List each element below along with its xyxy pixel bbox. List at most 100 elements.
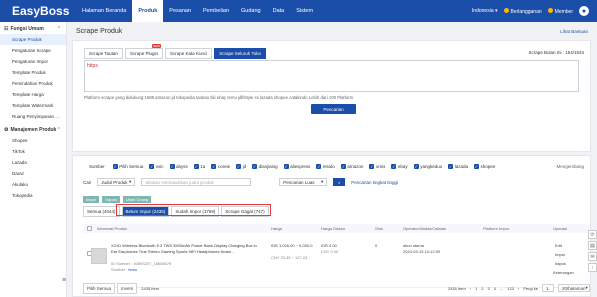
operator: akun utama — [403, 243, 424, 248]
checkbox-source[interactable]: ✓ etsido — [316, 164, 335, 169]
page-3[interactable]: 3 — [487, 286, 489, 291]
chevron-down-icon: ▾ — [129, 179, 132, 184]
tab-scrape-store[interactable]: Scrape Seluruh Toko — [214, 48, 266, 59]
search-label: Cari — [83, 179, 92, 185]
change-button[interactable]: Ubah Chang — [122, 196, 152, 203]
header-checkbox[interactable] — [87, 226, 92, 231]
sidebar-item-daraz[interactable]: Daraz — [0, 168, 66, 179]
select-all-button[interactable]: Pilih Semua — [83, 282, 116, 294]
document-icon[interactable]: ▤ — [588, 241, 597, 250]
nav-system[interactable]: Sistem — [290, 0, 319, 22]
import-link[interactable]: Impor — [555, 252, 565, 258]
source-link[interactable]: temu — [128, 267, 137, 272]
product-thumbnail[interactable] — [91, 248, 107, 264]
prev-icon[interactable]: ‹ — [470, 286, 471, 291]
goto-input[interactable]: 1 — [542, 284, 554, 292]
edit-link[interactable]: Edit — [555, 243, 562, 249]
subscription-link[interactable]: Berlangganan — [503, 7, 542, 15]
invert-button[interactable]: Invers — [117, 282, 138, 294]
avatar[interactable]: ● — [579, 6, 589, 16]
help-link[interactable]: Lihat Bantuan — [560, 29, 588, 34]
sidebar-item-lazada[interactable]: Lazada — [0, 157, 66, 168]
sidebar-item-tokopedia[interactable]: Tokopedia — [0, 190, 66, 201]
tab-scrape-plugin[interactable]: Scrape Plugin NEW — [124, 44, 163, 59]
top-right-area: Indonesia ▾ Berlangganan Member ● — [472, 6, 597, 16]
tab-label: Scrape Plugin — [129, 51, 158, 56]
checkbox-label: etsido — [322, 164, 335, 169]
sidebar-item-scrape-product[interactable]: Scrape Produk — [0, 34, 66, 45]
tab-scrape-link[interactable]: Scrape Tautan — [84, 48, 123, 59]
sidebar-item-tiktok[interactable]: TikTok — [0, 146, 66, 157]
tab-all[interactable]: Semua (4044) — [83, 206, 120, 217]
member-link[interactable]: Member — [547, 7, 573, 15]
checkbox-label: yangkeduo — [420, 164, 443, 169]
checkbox-source[interactable]: ✓ abyss — [169, 164, 188, 169]
sidebar-item-price-template[interactable]: Template Harga — [0, 89, 66, 100]
import-button[interactable]: Impor — [83, 196, 100, 203]
checkbox-source[interactable]: ✓ aliexpress — [283, 164, 311, 169]
checkbox-source[interactable]: ✓ yangkeduo — [413, 164, 443, 169]
chat-icon[interactable]: ✉ — [588, 252, 597, 261]
check-icon: ✓ — [413, 164, 419, 169]
col-operator: Operator/Waktu/Catatan — [403, 226, 447, 231]
page-2[interactable]: 2 — [481, 286, 483, 291]
tab-scrape-keyword[interactable]: Scrape Kata Kunci — [164, 48, 213, 59]
sidebar-item-akulaku[interactable]: Akulaku — [0, 179, 66, 190]
scroll-top-icon[interactable]: ↑ — [588, 263, 597, 272]
nav-purchases[interactable]: Pembelian — [197, 0, 235, 22]
refresh-icon[interactable]: ⟳ — [588, 230, 597, 239]
sidebar-item-shopee[interactable]: Shopee — [0, 135, 66, 146]
sidebar-group-common[interactable]: ☷ Fungsi Umum ⌃ — [0, 24, 66, 34]
advanced-search-link[interactable]: Pencarian tingkat tinggi — [351, 180, 398, 185]
sidebar-item-product-template[interactable]: Template Produk — [0, 67, 66, 78]
nav-orders[interactable]: Pesanan — [163, 0, 197, 22]
delete-link[interactable]: hapus — [555, 261, 566, 267]
search-input[interactable]: Silakan memasukkan judul produk — [141, 178, 252, 186]
col-stock[interactable]: Stok — [375, 226, 383, 231]
nav-products[interactable]: Produk — [132, 0, 164, 22]
checkbox-source[interactable]: ✓ amazon — [340, 164, 363, 169]
checkbox-source[interactable]: ✓ dianjiaing — [252, 164, 278, 169]
page-ellipsis[interactable]: ... — [500, 286, 503, 291]
sidebar-item-product-transfer[interactable]: Pemindahan Produk — [0, 78, 66, 89]
checkbox-source[interactable]: ✓ coreie — [211, 164, 230, 169]
search-button[interactable]: Pencarian — [311, 104, 356, 114]
nav-home[interactable]: Halaman Beranda — [76, 0, 132, 22]
checkbox-source[interactable]: ✓ omis — [369, 164, 385, 169]
note-link[interactable]: Keterangan — [553, 270, 574, 276]
checkbox-source[interactable]: ✓ jd — [236, 164, 246, 169]
sidebar-group-product-mgmt[interactable]: ⚙ Manajemen Produk ⌃ — [0, 125, 66, 135]
sidebar-item-storage[interactable]: Ruang Penyimpanan ... — [0, 111, 66, 122]
delete-button[interactable]: Hapus — [102, 196, 120, 203]
region-selector[interactable]: Indonesia ▾ — [472, 8, 498, 14]
url-input[interactable]: https — [84, 60, 579, 92]
sidebar-item-scrape-settings[interactable]: Pengaturan Scrape — [0, 45, 66, 56]
grid-icon: ☷ — [4, 26, 9, 32]
page-last[interactable]: 122 — [507, 286, 514, 291]
col-price[interactable]: Harga — [271, 226, 282, 231]
discount-cny: CNY 0.00 — [321, 249, 339, 254]
checkbox-select-all[interactable]: ✓ Pilih Semua — [112, 164, 143, 169]
checkbox-source[interactable]: ✓ 1a — [193, 164, 205, 169]
sidebar-item-watermark-template[interactable]: Template Watermark — [0, 100, 66, 111]
checkbox-source[interactable]: ✓ lazada — [448, 164, 468, 169]
expand-toggle[interactable]: Mengembang — [556, 164, 584, 169]
brand-logo[interactable]: EasyBoss — [0, 0, 76, 22]
page-1[interactable]: 1 — [475, 286, 477, 291]
sort-select[interactable]: Pencarian Luas ▾ — [279, 178, 328, 186]
checkbox-source[interactable]: ✓ vvic — [149, 164, 164, 169]
nav-data[interactable]: Data — [267, 0, 291, 22]
search-field-select[interactable]: Judul Produk ▾ — [97, 178, 136, 186]
page-4[interactable]: 4 — [494, 286, 496, 291]
checkbox-source[interactable]: ✓ ebay — [391, 164, 408, 169]
search-icon-button[interactable]: ⌕ — [333, 178, 346, 186]
col-discount[interactable]: Harga Diskon — [321, 226, 345, 231]
nav-warehouse[interactable]: Gudang — [235, 0, 267, 22]
sidebar-item-import-settings[interactable]: Pengaturan Impor — [0, 56, 66, 67]
checkbox-source[interactable]: ✓ shopee — [473, 164, 495, 169]
next-icon[interactable]: › — [518, 286, 519, 291]
page-size-select[interactable]: 20/halaman ▾ — [558, 284, 590, 292]
menu-collapse-icon[interactable]: ≡ — [62, 277, 66, 284]
product-title[interactable]: X21D Wireless Bluetooth 5.3 TWS 3500mAh … — [111, 243, 261, 254]
checkbox-label: aliexpress — [290, 164, 311, 169]
